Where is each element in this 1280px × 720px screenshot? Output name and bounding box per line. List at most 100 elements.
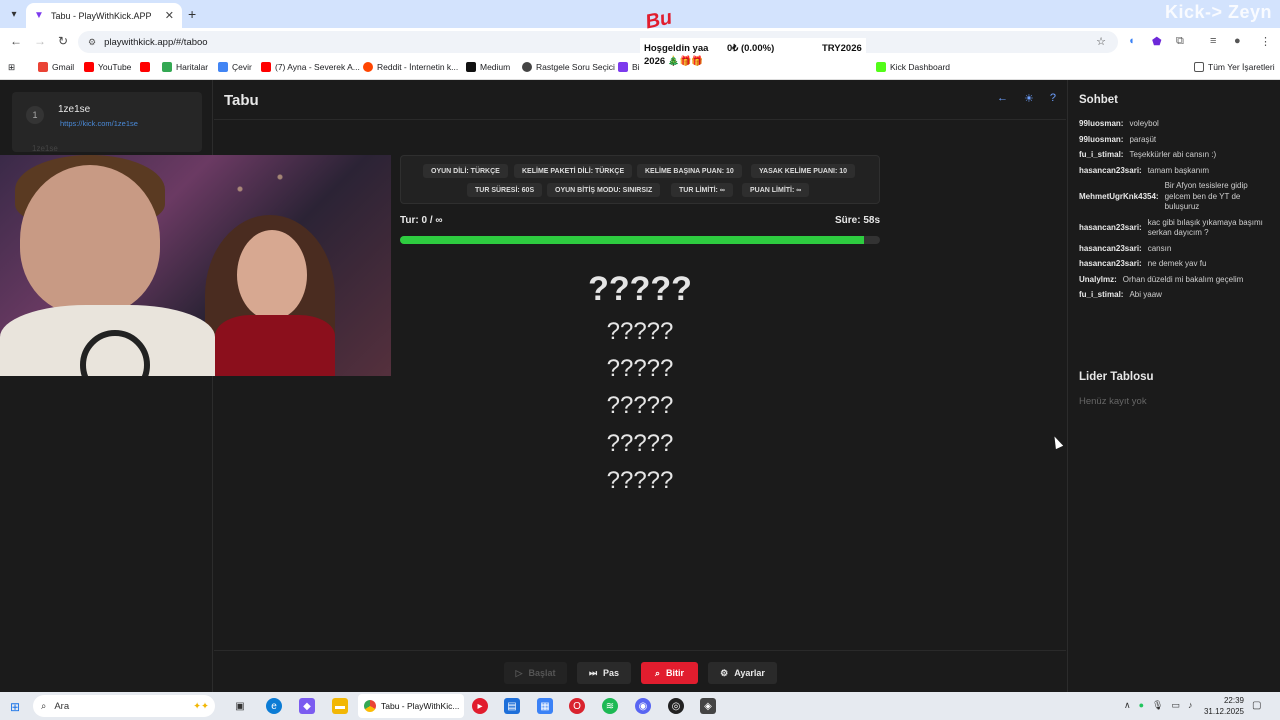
- chat-message: hasancan23sari: tamam başkanım: [1079, 165, 1210, 175]
- extension-icon[interactable]: ◖: [1128, 35, 1135, 47]
- search-icon: ⌕: [41, 700, 47, 712]
- edge-icon[interactable]: e: [266, 698, 282, 714]
- pass-button[interactable]: ⏭ Pas: [577, 662, 631, 684]
- youtube-icon: [84, 62, 94, 72]
- store-icon[interactable]: ▤: [504, 698, 520, 714]
- media-player-icon[interactable]: ▸: [472, 698, 488, 714]
- chrome-icon: [364, 700, 376, 712]
- leaderboard-empty: Henüz kayıt yok: [1079, 396, 1147, 407]
- reload-icon[interactable]: ↻: [58, 34, 68, 48]
- back-arrow-icon[interactable]: ←: [997, 92, 1008, 105]
- round-timer: Süre: 58s: [835, 215, 881, 226]
- bookmark-maps[interactable]: Haritalar: [162, 62, 208, 72]
- all-bookmarks[interactable]: Tüm Yer İşaretleri: [1194, 62, 1275, 72]
- globe-icon: [522, 62, 532, 72]
- new-tab-icon[interactable]: +: [188, 6, 196, 22]
- bookmark-random-question[interactable]: Rastgele Soru Seçici: [522, 62, 615, 72]
- stream-overlay-logo: Kick-> Zeyn: [1164, 2, 1272, 22]
- chat-title: Sohbet: [1079, 94, 1118, 106]
- forward-icon[interactable]: →: [34, 34, 46, 48]
- notifications-icon[interactable]: ▢: [1252, 700, 1261, 711]
- player-input-ghost: 1ze1se: [32, 144, 58, 153]
- end-button[interactable]: ⌕ Bitir: [641, 662, 698, 684]
- file-explorer-icon[interactable]: ▬: [332, 698, 348, 714]
- calendar-icon[interactable]: ▦: [537, 698, 553, 714]
- timer-progress-bar: [400, 236, 880, 244]
- webcam-overlay: [0, 155, 391, 376]
- bookmark-translate[interactable]: Çevir: [218, 62, 252, 72]
- chevron-up-icon[interactable]: ∧: [1124, 700, 1131, 711]
- rule-chip: TUR SÜRESİ: 60S: [467, 183, 543, 197]
- apps-grid-icon[interactable]: ⊞: [8, 62, 15, 73]
- timer-progress-fill: [400, 236, 864, 244]
- url-text: playwithkick.app/#/taboo: [104, 36, 208, 48]
- system-tray: ∧ ● 🎙 ▭ ♪: [1124, 700, 1192, 711]
- help-icon[interactable]: ?: [1050, 92, 1056, 105]
- taskbar-clock[interactable]: 22:39 31.12.2025: [1200, 695, 1244, 717]
- bookmark-youtube[interactable]: YouTube: [84, 62, 131, 72]
- playwithkick-icon: [618, 62, 628, 72]
- bookmark-star-icon[interactable]: ☆: [1096, 35, 1106, 48]
- bookmark-gmail[interactable]: Gmail: [38, 62, 74, 72]
- volume-icon[interactable]: ♪: [1188, 700, 1193, 711]
- tab-search-icon[interactable]: ▾: [4, 4, 24, 24]
- discord-icon[interactable]: ◉: [635, 698, 651, 714]
- translate-icon: [218, 62, 228, 72]
- spotify-icon[interactable]: ≋: [602, 698, 618, 714]
- chat-message: 99luosman: paraşüt: [1079, 134, 1157, 144]
- browser-tabstrip: ▾ ▼ Tabu - PlayWithKick.APP ✕ + Kick-> Z…: [0, 0, 1280, 28]
- player-rank: 1: [26, 106, 44, 124]
- taboo-word: ?????: [606, 355, 674, 382]
- taskbar-chrome-app[interactable]: Tabu - PlayWithKic...: [358, 694, 464, 718]
- bookmark-medium[interactable]: Medium: [466, 62, 510, 72]
- main-word: ?????: [588, 270, 692, 308]
- chat-message: hasancan23sari: cansın: [1079, 243, 1172, 253]
- bookmark-reddit[interactable]: Reddit - İnternetin k...: [363, 62, 458, 72]
- leaderboard-title: Lider Tablosu: [1079, 371, 1154, 383]
- promo-amount: 0₺ (0.00%): [727, 43, 775, 54]
- game-header: Tabu ← ☀ ?: [214, 80, 1066, 120]
- obs-icon[interactable]: ◎: [668, 698, 684, 714]
- chat-message: MehmetUgrKnk4354: Bir Afyon tesislere gid…: [1079, 181, 1248, 211]
- chat-message: fu_i_stimal: Teşekkürler abi cansın :): [1079, 150, 1217, 159]
- task-view-icon[interactable]: ▣: [232, 698, 248, 714]
- site-info-icon[interactable]: ⚙: [88, 37, 96, 48]
- player-card[interactable]: 1 1ze1se https://kick.com/1ze1se 1ze1se: [12, 92, 202, 153]
- network-icon[interactable]: ▭: [1171, 700, 1180, 711]
- taskbar-search[interactable]: ⌕ Ara ✦✦: [33, 695, 215, 717]
- app-icon[interactable]: ◈: [700, 698, 716, 714]
- bookmark-kick-dashboard[interactable]: Kick Dashboard: [876, 62, 950, 72]
- bookmark-youtube-2[interactable]: [140, 62, 154, 72]
- header-actions: ← ☀ ?: [997, 92, 1056, 105]
- profile-avatar-icon[interactable]: ●: [1234, 35, 1241, 47]
- extensions-puzzle-icon[interactable]: ⧉: [1176, 35, 1184, 48]
- rule-chip: PUAN LİMİTİ: ∞: [742, 183, 810, 197]
- theme-toggle-icon[interactable]: ☀: [1024, 92, 1034, 105]
- bookmark-bi[interactable]: Bi: [618, 62, 640, 72]
- media-icon[interactable]: ≡: [1210, 35, 1216, 47]
- start-button[interactable]: ▷ Başlat: [504, 662, 567, 684]
- app-area: 1 1ze1se https://kick.com/1ze1se 1ze1se …: [0, 80, 1280, 692]
- gear-icon: ⚙: [720, 667, 729, 678]
- menu-icon[interactable]: ⋮: [1260, 35, 1271, 48]
- copilot-icon[interactable]: ◆: [299, 698, 315, 714]
- player-name: 1ze1se: [58, 104, 91, 115]
- maps-icon: [162, 62, 172, 72]
- settings-button[interactable]: ⚙ Ayarlar: [708, 662, 777, 684]
- rule-chip: KELİME PAKETİ DİLİ: TÜRKÇE: [514, 164, 633, 178]
- status-dot-icon[interactable]: ●: [1139, 700, 1144, 711]
- shield-icon[interactable]: ⬟: [1152, 35, 1162, 48]
- opera-icon[interactable]: O: [569, 698, 585, 714]
- address-bar[interactable]: ⚙ playwithkick.app/#/taboo ☆: [78, 31, 1118, 53]
- chat-message: hasancan23sari: kac gibi bılaşık yıkamaya…: [1079, 217, 1263, 238]
- tab-close-icon[interactable]: ✕: [165, 9, 174, 22]
- microphone-icon[interactable]: 🎙: [1152, 700, 1163, 711]
- youtube-icon: [140, 62, 150, 72]
- bookmark-ayna[interactable]: (7) Ayna - Severek A...: [261, 62, 360, 72]
- player-link[interactable]: https://kick.com/1ze1se: [60, 119, 138, 128]
- windows-start-icon[interactable]: ⊞: [10, 700, 20, 714]
- taboo-word: ?????: [606, 318, 674, 345]
- back-icon[interactable]: ←: [10, 34, 22, 48]
- browser-tab[interactable]: ▼ Tabu - PlayWithKick.APP ✕: [26, 3, 182, 28]
- kick-icon: [876, 62, 886, 72]
